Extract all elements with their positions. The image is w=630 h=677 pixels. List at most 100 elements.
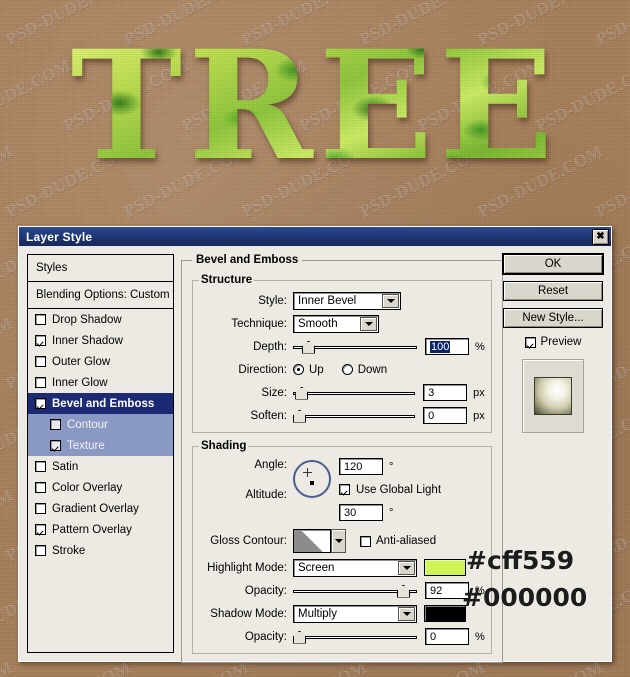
anti-aliased-row[interactable]: Anti-aliased [360,535,436,547]
gloss-contour-picker[interactable] [293,529,346,553]
slider-thumb[interactable] [396,584,410,598]
angle-dial[interactable] [293,460,331,498]
checkbox-icon[interactable] [35,461,46,472]
new-style-button[interactable]: New Style... [503,308,603,328]
highlight-opacity-slider[interactable] [293,583,417,599]
effect-label: Drop Shadow [52,313,122,326]
watermark-text: PSD-DUDE.COM [356,0,489,50]
close-icon[interactable]: ✖ [592,228,609,245]
checkbox-icon[interactable] [35,356,46,367]
checkbox-icon[interactable] [360,535,371,547]
radio-icon[interactable] [341,364,353,375]
checkbox-icon[interactable] [35,398,46,409]
angle-value: 120 [344,460,363,473]
soften-slider[interactable] [293,408,416,424]
styles-header[interactable]: Styles [28,255,173,281]
effect-item-stroke[interactable]: Stroke [28,540,173,561]
checkbox-icon[interactable] [35,524,46,535]
effect-label: Inner Glow [52,376,108,389]
dialog-titlebar[interactable]: Layer Style ✖ [19,227,611,246]
checkbox-icon[interactable] [339,484,350,495]
chevron-down-icon[interactable] [398,560,415,575]
effect-item-contour[interactable]: Contour [28,414,173,435]
effect-item-texture[interactable]: Texture [28,435,173,456]
gloss-contour-label: Gloss Contour: [210,535,287,547]
effect-item-inner-shadow[interactable]: Inner Shadow [28,330,173,351]
altitude-label: Altitude: [245,489,287,501]
watermark-text: PSD-DUDE.COM [120,0,253,50]
size-slider[interactable] [293,385,416,401]
radio-icon[interactable] [293,364,304,375]
ok-button[interactable]: OK [503,254,603,274]
watermark-text: PSD-DUDE.COM [474,141,607,222]
checkbox-icon[interactable] [35,314,46,325]
size-row: Size: 3 px [199,382,485,403]
blending-options-row[interactable]: Blending Options: Custom [28,281,173,308]
size-input[interactable]: 3 [423,384,468,401]
dial-center-dot [310,481,314,485]
checkbox-icon[interactable] [524,336,536,348]
checkbox-icon[interactable] [50,419,61,430]
effect-item-drop-shadow[interactable]: Drop Shadow [28,309,173,330]
reset-button[interactable]: Reset [503,281,603,301]
preview-thumbnail [534,377,572,415]
effect-item-bevel-and-emboss[interactable]: Bevel and Emboss [28,393,173,414]
watermark-text: PSD-DUDE.COM [474,0,607,50]
technique-dropdown[interactable]: Smooth [293,314,379,333]
highlight-mode-dropdown[interactable]: Screen [293,558,417,577]
soften-unit: px [473,409,485,422]
checkbox-icon[interactable] [50,440,61,451]
slider-thumb[interactable] [302,340,316,354]
shadow-mode-dropdown[interactable]: Multiply [293,604,417,623]
angle-label: Angle: [254,459,287,471]
shadow-hex-label: #000000 [462,583,588,612]
checkbox-icon[interactable] [35,482,46,493]
shadow-color-swatch[interactable] [424,605,466,622]
slider-thumb[interactable] [293,630,306,644]
effect-item-color-overlay[interactable]: Color Overlay [28,477,173,498]
depth-slider[interactable] [293,339,417,355]
effect-item-inner-glow[interactable]: Inner Glow [28,372,173,393]
chevron-down-icon[interactable] [331,529,346,553]
shadow-mode-value: Multiply [298,607,337,620]
direction-up-radio[interactable]: Up [293,364,324,376]
highlight-color-swatch[interactable] [424,559,466,576]
shadow-opacity-label: Opacity: [244,630,287,643]
direction-down-radio[interactable]: Down [341,364,387,376]
angle-input[interactable]: 120 [339,458,383,475]
preview-toggle[interactable]: Preview [503,336,603,348]
watermark-text: PSD-DUDE.COM [0,485,17,566]
slider-thumb[interactable] [293,409,306,423]
effect-item-satin[interactable]: Satin [28,456,173,477]
watermark-text: PSD-DUDE.COM [0,658,17,677]
soften-input[interactable]: 0 [423,407,468,424]
use-global-light-label: Use Global Light [356,483,442,496]
size-label: Size: [261,386,287,399]
checkbox-icon[interactable] [35,377,46,388]
gloss-contour-row: Gloss Contour: Anti-aliased [199,527,485,555]
technique-value: Smooth [298,317,338,330]
watermark-text: PSD-DUDE.COM [2,0,135,50]
style-dropdown[interactable]: Inner Bevel [293,291,401,310]
checkbox-icon[interactable] [35,545,46,556]
chevron-down-icon[interactable] [398,606,415,621]
depth-input[interactable]: 100 [425,338,469,355]
depth-row: Depth: 100 % [199,336,485,357]
effect-item-outer-glow[interactable]: Outer Glow [28,351,173,372]
gloss-contour-preview[interactable] [293,529,331,553]
preview-label: Preview [540,336,582,348]
chevron-down-icon[interactable] [382,293,399,308]
depth-value: 100 [430,340,451,353]
checkbox-icon[interactable] [35,335,46,346]
effect-item-gradient-overlay[interactable]: Gradient Overlay [28,498,173,519]
altitude-input[interactable]: 30 [339,504,383,521]
slider-thumb[interactable] [295,386,309,400]
use-global-light-row[interactable]: Use Global Light [339,479,485,500]
shadow-opacity-slider[interactable] [293,629,417,645]
shadow-opacity-input[interactable]: 0 [425,628,469,645]
chevron-down-icon[interactable] [360,316,377,331]
checkbox-icon[interactable] [35,503,46,514]
effect-label: Outer Glow [52,355,111,368]
effect-item-pattern-overlay[interactable]: Pattern Overlay [28,519,173,540]
highlight-hex-label: #cff559 [466,546,575,575]
